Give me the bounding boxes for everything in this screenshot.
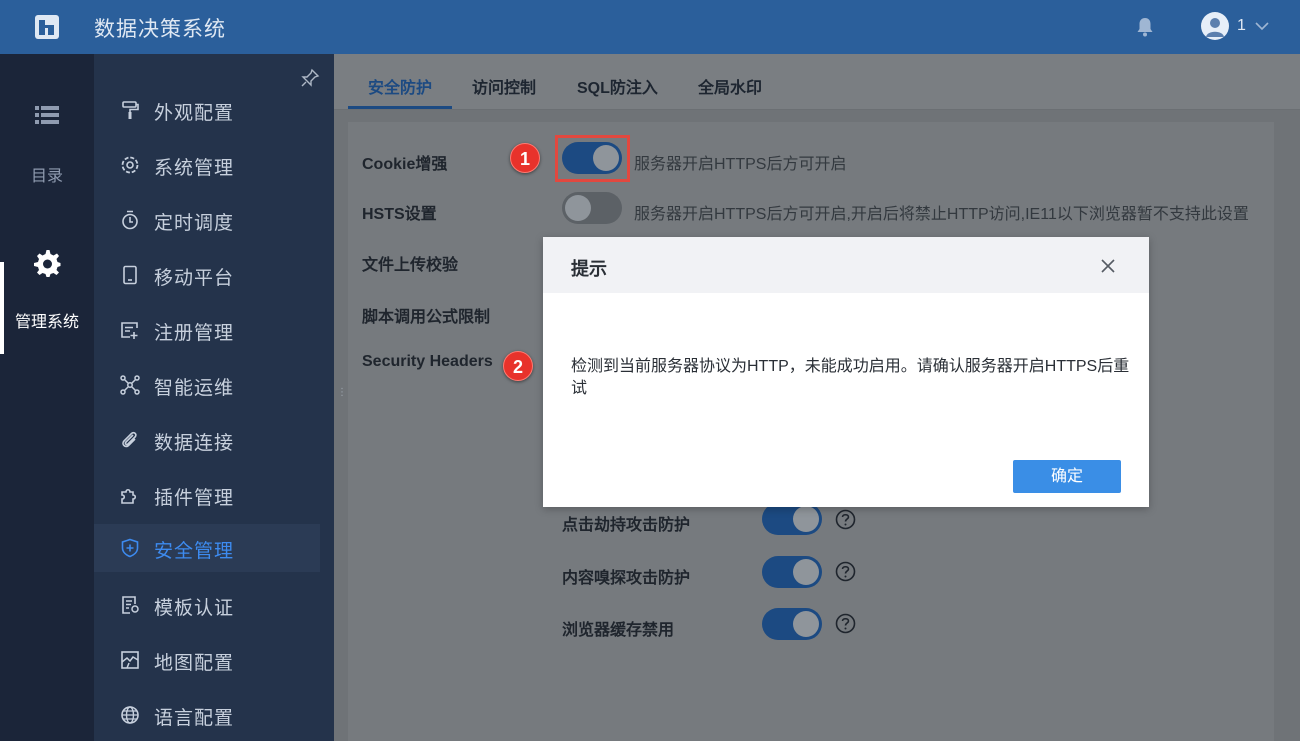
tab-sql-injection[interactable]: SQL防注入 [577, 74, 658, 98]
toggle-knob [793, 506, 819, 532]
sidebar-item-label: 外观配置 [154, 103, 235, 124]
shield-icon [121, 538, 139, 558]
sidebar-item-label: 定时调度 [154, 213, 235, 234]
cookie-label: Cookie增强 [362, 156, 448, 173]
pin-icon[interactable] [300, 68, 320, 88]
map-icon [121, 651, 139, 669]
top-bar: 数据决策系统 1 [0, 0, 1300, 54]
rail-item-label: 管理系统 [14, 314, 79, 331]
cache-disable-label: 浏览器缓存禁用 [562, 622, 675, 639]
gear-icon [121, 156, 139, 174]
left-rail: 目录 管理系统 [0, 54, 94, 741]
sidebar-item-label: 注册管理 [154, 323, 235, 344]
sidebar-item-appearance[interactable]: 外观配置 [94, 86, 320, 134]
sidebar-item-label: 语言配置 [154, 708, 235, 729]
user-icon [1206, 18, 1224, 37]
sidebar-item-label: 数据连接 [154, 433, 235, 454]
tab-access-control[interactable]: 访问控制 [472, 74, 536, 98]
help-icon[interactable] [835, 613, 856, 634]
hsts-toggle[interactable] [562, 192, 622, 224]
alert-dialog: 提示 检测到当前服务器协议为HTTP，未能成功启用。请确认服务器开启HTTPS后… [543, 237, 1149, 507]
sniffing-toggle[interactable] [762, 556, 822, 588]
sidebar-item-plugins[interactable]: 插件管理 [94, 471, 320, 519]
sidebar-item-language[interactable]: 语言配置 [94, 691, 320, 739]
app-logo-icon [35, 15, 59, 39]
sidebar: 外观配置 系统管理 定时调度 移动平台 注册管理 智能运维 数据连接 插件管理 … [94, 54, 334, 741]
dialog-header: 提示 [543, 237, 1149, 293]
confirm-button[interactable]: 确定 [1013, 460, 1121, 493]
toggle-knob [793, 559, 819, 585]
hsts-label: HSTS设置 [362, 206, 437, 223]
upload-check-label: 文件上传校验 [362, 257, 459, 274]
sidebar-item-label: 智能运维 [154, 378, 235, 399]
network-icon [120, 375, 140, 395]
certificate-icon [122, 596, 139, 614]
sidebar-item-label: 安全管理 [154, 541, 235, 562]
app-title: 数据决策系统 [94, 18, 226, 41]
rail-item-catalog[interactable]: 目录 [0, 62, 94, 185]
help-icon[interactable] [835, 561, 856, 582]
bell-icon[interactable] [1136, 17, 1154, 37]
resize-handle[interactable]: ⋮ [337, 388, 347, 408]
tab-bar: 安全防护 访问控制 SQL防注入 全局水印 [334, 54, 1300, 110]
sidebar-item-system[interactable]: 系统管理 [94, 141, 320, 189]
puzzle-icon [121, 488, 137, 504]
globe-icon [121, 706, 139, 724]
security-headers-label: Security Headers [362, 353, 493, 370]
sniffing-label: 内容嗅探攻击防护 [562, 570, 691, 587]
tab-security-protection[interactable]: 安全防护 [368, 74, 432, 98]
clickjack-toggle[interactable] [762, 503, 822, 535]
help-icon[interactable] [835, 509, 856, 530]
sidebar-item-map[interactable]: 地图配置 [94, 636, 320, 684]
toggle-knob [565, 195, 591, 221]
paint-roller-icon [122, 101, 139, 119]
sidebar-item-schedule[interactable]: 定时调度 [94, 196, 320, 244]
annotation-badge-2: 2 [503, 351, 533, 381]
sidebar-item-label: 插件管理 [154, 488, 235, 509]
tab-watermark[interactable]: 全局水印 [698, 74, 762, 98]
hsts-description: 服务器开启HTTPS后方可开启,开启后将禁止HTTP访问,IE11以下浏览器暂不… [634, 206, 1249, 223]
sidebar-item-ops[interactable]: 智能运维 [94, 361, 320, 409]
user-avatar[interactable] [1201, 12, 1229, 40]
timer-icon [122, 210, 138, 230]
active-tab-indicator [348, 106, 452, 109]
rail-item-label: 目录 [30, 168, 63, 185]
sidebar-item-template-cert[interactable]: 模板认证 [94, 581, 320, 629]
sidebar-item-label: 系统管理 [154, 158, 235, 179]
cookie-description: 服务器开启HTTPS后方可开启 [634, 156, 847, 173]
chevron-down-icon[interactable] [1254, 19, 1270, 33]
cache-disable-toggle[interactable] [762, 608, 822, 640]
clickjack-label: 点击劫持攻击防护 [562, 517, 691, 534]
annotation-badge-1: 1 [510, 143, 540, 173]
dialog-title: 提示 [571, 259, 607, 279]
sidebar-item-data-connection[interactable]: 数据连接 [94, 416, 320, 464]
gear-icon [34, 250, 61, 277]
script-limit-label: 脚本调用公式限制 [362, 309, 491, 326]
rail-item-management[interactable]: 管理系统 [0, 250, 94, 364]
close-icon[interactable] [1099, 257, 1117, 275]
sidebar-item-label: 地图配置 [154, 653, 235, 674]
mobile-icon [123, 265, 137, 285]
register-icon [121, 322, 138, 339]
user-name[interactable]: 1 [1237, 17, 1246, 35]
sidebar-item-label: 模板认证 [154, 598, 235, 619]
sidebar-item-security[interactable]: 安全管理 [94, 524, 320, 572]
sidebar-item-register[interactable]: 注册管理 [94, 306, 320, 354]
sidebar-item-mobile[interactable]: 移动平台 [94, 251, 320, 299]
dialog-message: 检测到当前服务器协议为HTTP，未能成功启用。请确认服务器开启HTTPS后重试 [571, 358, 1130, 397]
link-icon [122, 431, 137, 448]
list-icon [35, 106, 59, 124]
sidebar-item-label: 移动平台 [154, 268, 235, 289]
toggle-knob [793, 611, 819, 637]
highlight-box [555, 135, 630, 182]
